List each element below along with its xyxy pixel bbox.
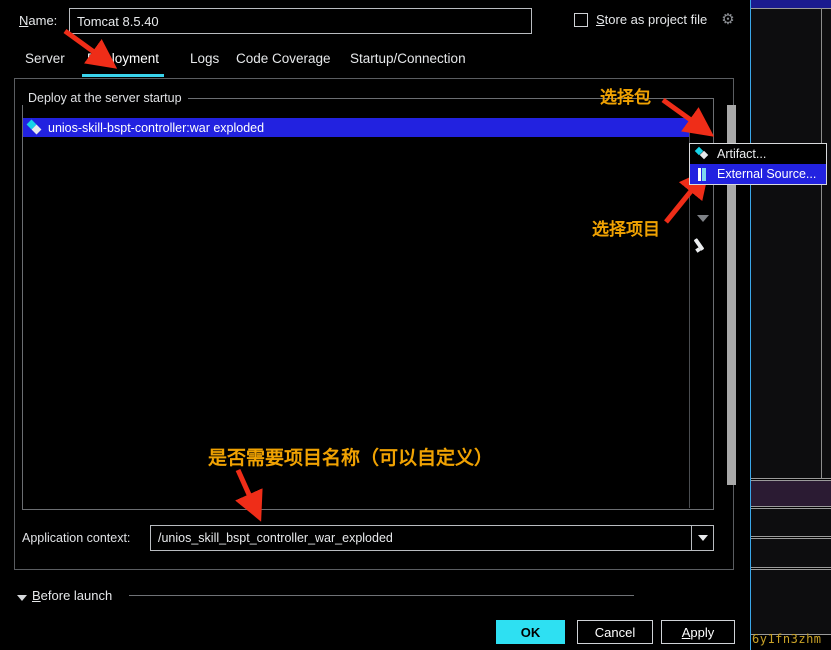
move-down-button[interactable] (690, 206, 715, 231)
application-context-row: Application context: /unios_skill_bspt_c… (22, 525, 714, 551)
tab-server[interactable]: Server (14, 48, 76, 74)
deploy-group-label: Deploy at the server startup (22, 91, 188, 105)
editor-vertical-divider (821, 8, 822, 478)
name-label: Name: (19, 13, 58, 28)
tab-code-coverage[interactable]: Code Coverage (225, 48, 342, 74)
apply-button[interactable]: Apply (661, 620, 735, 644)
menu-item-artifact[interactable]: Artifact... (690, 144, 826, 164)
before-launch-divider (129, 595, 634, 596)
add-button[interactable]: + (690, 118, 715, 143)
run-debug-configuration-dialog: Name: Tomcat 8.5.40 Store as project fil… (0, 0, 750, 650)
background-editor-panel: 6y1fn3zhm (748, 0, 831, 650)
ok-button[interactable]: OK (496, 620, 565, 644)
list-item[interactable]: unios-skill-bspt-controller:war exploded (23, 118, 689, 137)
tab-startup-connection[interactable]: Startup/Connection (339, 48, 477, 74)
dialog-button-row: OK Cancel Apply (0, 620, 750, 644)
list-item-label: unios-skill-bspt-controller:war exploded (48, 120, 265, 135)
editor-strip-3 (751, 508, 831, 537)
name-input[interactable]: Tomcat 8.5.40 (69, 8, 532, 34)
artifact-icon (694, 146, 711, 162)
tab-bar: Server Deployment Logs Code Coverage Sta… (14, 48, 734, 77)
application-context-value: /unios_skill_bspt_controller_war_explode… (158, 531, 393, 545)
edit-button[interactable] (690, 231, 715, 256)
tab-deployment[interactable]: Deployment (76, 48, 170, 77)
menu-item-external-source-label: External Source... (717, 167, 817, 181)
application-context-label: Application context: (22, 531, 131, 545)
name-input-value: Tomcat 8.5.40 (77, 14, 159, 29)
application-context-input[interactable]: /unios_skill_bspt_controller_war_explode… (150, 525, 714, 551)
before-launch-label[interactable]: Before launch (32, 588, 112, 603)
gear-icon[interactable]: ⚙ (720, 12, 736, 28)
editor-strip-5 (751, 569, 831, 635)
menu-item-external-source[interactable]: External Source... (690, 164, 826, 184)
store-as-project-file-label[interactable]: Store as project file (596, 12, 707, 27)
caret-down-icon (17, 595, 27, 601)
artifact-icon (26, 119, 44, 136)
pencil-icon (693, 236, 711, 253)
cancel-button[interactable]: Cancel (577, 620, 653, 644)
editor-strip-4 (751, 538, 831, 568)
editor-code-text: 6y1fn3zhm (752, 632, 822, 646)
tab-logs[interactable]: Logs (179, 48, 230, 74)
external-source-icon (696, 167, 711, 182)
store-as-project-file-checkbox[interactable] (574, 13, 588, 27)
add-deployment-menu[interactable]: Artifact... External Source... (689, 143, 827, 185)
editor-strip-1 (751, 8, 831, 479)
menu-item-artifact-label: Artifact... (717, 147, 767, 161)
editor-strip-2 (751, 480, 831, 507)
editor-top-bar (748, 0, 831, 8)
before-launch-section[interactable]: Before launch (14, 588, 734, 606)
deployment-list[interactable]: unios-skill-bspt-controller:war exploded (23, 118, 689, 508)
chevron-down-icon[interactable] (691, 526, 713, 550)
